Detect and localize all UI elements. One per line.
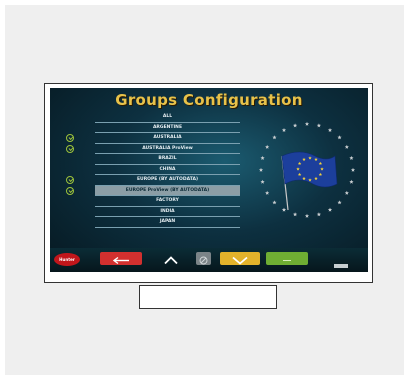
scroll-up-button[interactable] (158, 252, 184, 265)
check-icon (66, 176, 74, 184)
clear-icon (199, 256, 208, 265)
hunter-logo: Hunter (54, 253, 80, 266)
toolbar: Hunter (50, 248, 368, 272)
star-icon (304, 213, 310, 218)
group-list-item[interactable]: AUSTRALIA ProView (95, 144, 240, 154)
star-icon (260, 179, 265, 184)
star-icon (349, 179, 354, 184)
group-list-item[interactable]: INDIA (95, 207, 240, 217)
star-icon (304, 121, 310, 126)
star-icon (281, 127, 287, 132)
check-icon (66, 134, 74, 142)
group-list: ALL ARGENTINE AUSTRALIA AUSTRALIA ProView BR… (95, 112, 240, 228)
group-list-item[interactable]: CHINA (95, 165, 240, 175)
star-icon (293, 123, 298, 128)
chevron-down-icon (232, 256, 248, 265)
star-icon (349, 155, 354, 160)
status-indicator (334, 264, 348, 268)
back-button[interactable] (100, 252, 142, 265)
group-list-item[interactable]: AUSTRALIA (95, 133, 240, 144)
star-icon (272, 135, 277, 140)
star-icon (344, 190, 349, 195)
star-icon (327, 127, 333, 132)
star-icon (316, 123, 321, 128)
star-icon (337, 200, 342, 205)
ok-button[interactable] (266, 252, 308, 265)
star-icon (260, 155, 265, 160)
star-icon (258, 167, 264, 172)
star-icon (293, 212, 298, 217)
star-icon (272, 200, 277, 205)
check-icon (66, 144, 74, 153)
group-list-item[interactable]: EUROPE ProView (BY AUTODATA) (95, 185, 240, 196)
monitor: Groups Configuration ALL ARGENTINE AUSTRAL… (44, 83, 373, 283)
chevron-up-icon (164, 256, 178, 265)
star-icon (316, 212, 321, 217)
group-list-item[interactable]: ALL (95, 112, 240, 123)
star-icon (350, 167, 356, 172)
scroll-down-button[interactable] (220, 252, 260, 265)
status-text (312, 254, 313, 259)
ok-icon (283, 260, 291, 261)
arrow-left-icon (112, 256, 129, 265)
screen: Groups Configuration ALL ARGENTINE AUSTRAL… (50, 88, 368, 272)
keyboard-tray (139, 285, 277, 309)
check-icon (66, 186, 74, 195)
star-icon (265, 144, 270, 149)
star-icon (327, 207, 333, 212)
star-icon (281, 207, 287, 212)
star-icon (337, 135, 342, 140)
group-list-item[interactable]: JAPAN (95, 217, 240, 228)
group-list-item[interactable]: BRAZIL (95, 154, 240, 165)
group-list-item[interactable]: FACTORY (95, 196, 240, 207)
star-icon (265, 190, 270, 195)
eu-flag-icon (258, 121, 356, 218)
page-title: Groups Configuration (115, 91, 303, 109)
star-icon (344, 144, 349, 149)
version-text (338, 254, 339, 259)
group-list-item[interactable]: ARGENTINE (95, 123, 240, 133)
clear-button[interactable] (196, 252, 211, 265)
group-list-item[interactable]: EUROPE (BY AUTODATA) (95, 175, 240, 186)
